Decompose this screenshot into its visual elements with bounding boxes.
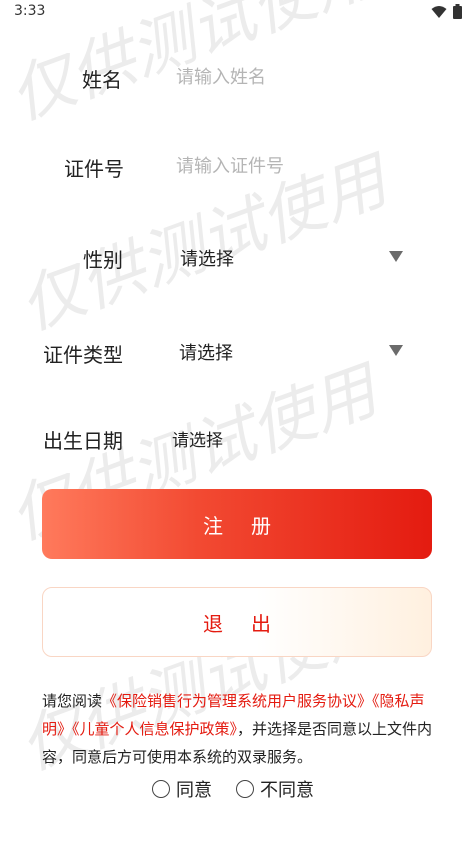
wifi-icon (431, 5, 447, 18)
name-label: 姓名 (82, 68, 122, 92)
exit-button[interactable]: 退出 (42, 587, 432, 657)
agreement-prefix: 请您阅读 (42, 692, 103, 710)
agree-radio[interactable]: 同意 (152, 776, 212, 802)
radio-circle-icon[interactable] (236, 780, 254, 798)
radio-circle-icon[interactable] (152, 780, 170, 798)
disagree-label: 不同意 (260, 780, 314, 801)
agree-label: 同意 (176, 780, 212, 801)
id-type-label: 证件类型 (43, 343, 123, 367)
id-number-input[interactable] (176, 151, 406, 181)
chevron-down-icon[interactable] (389, 251, 403, 262)
battery-icon (453, 4, 462, 19)
id-number-label: 证件号 (64, 157, 124, 181)
id-type-value[interactable]: 请选择 (179, 339, 233, 365)
agreement-text: 请您阅读《保险销售行为管理系统用户服务协议》《隐私声明》《儿童个人信息保护政策》… (42, 687, 434, 771)
status-time: 3:33 (14, 3, 46, 19)
birth-date-label: 出生日期 (43, 429, 123, 453)
consent-radio-group: 同意 不同意 (152, 776, 314, 802)
child-privacy-policy-link[interactable]: 《儿童个人信息保护政策》 (72, 720, 237, 738)
name-input[interactable] (176, 62, 406, 92)
birth-date-value[interactable]: 请选择 (172, 426, 223, 451)
gender-value[interactable]: 请选择 (180, 245, 234, 271)
service-agreement-link[interactable]: 《保险销售行为管理系统用户服务协议》 (102, 692, 372, 710)
status-bar: 3:33 (0, 0, 474, 24)
chevron-down-icon[interactable] (389, 345, 403, 356)
gender-label: 性别 (83, 248, 123, 272)
disagree-radio[interactable]: 不同意 (236, 776, 314, 802)
register-button[interactable]: 注册 (42, 489, 432, 559)
status-icons (431, 4, 462, 19)
